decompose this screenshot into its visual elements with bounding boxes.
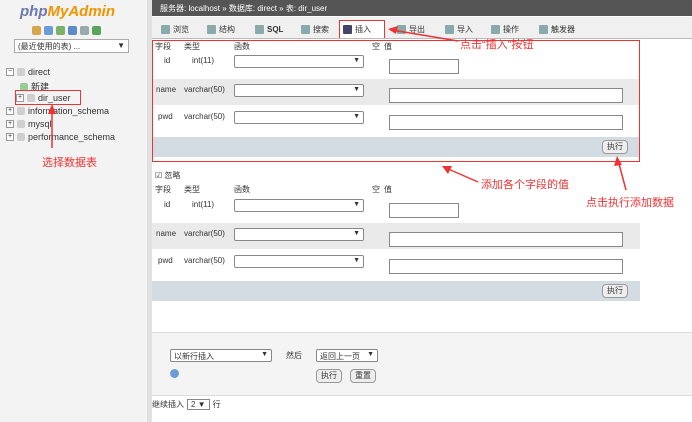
- field-name: pwd: [158, 256, 173, 265]
- help-icon[interactable]: [170, 369, 179, 378]
- breadcrumb: 服务器: localhost » 数据库: direct » 表: dir_us…: [152, 0, 692, 16]
- import-icon: [445, 24, 454, 34]
- header-field: 字段: [155, 185, 171, 194]
- field-name: name: [156, 229, 177, 238]
- insert-icon: [343, 25, 352, 34]
- header-type: 类型: [184, 185, 200, 194]
- reload-icon[interactable]: [92, 26, 101, 35]
- value-input-pwd[interactable]: [389, 259, 623, 274]
- reset-button[interactable]: 重置: [350, 369, 376, 383]
- settings-icon[interactable]: [80, 26, 89, 35]
- database-icon: [17, 133, 25, 141]
- field-type: int(11): [192, 200, 215, 209]
- header-value: 值: [384, 185, 392, 194]
- continue-label: 继续插入: [152, 400, 184, 409]
- execute-bar: 执行: [152, 281, 640, 301]
- search-icon: [301, 24, 310, 34]
- structure-icon: [207, 24, 216, 34]
- nav-icons: [32, 26, 101, 35]
- annotation-click-execute: 点击执行添加数据: [586, 197, 674, 209]
- annotation-add-values: 添加各个字段的值: [481, 179, 569, 191]
- form-highlight: [152, 40, 640, 162]
- insert-options-panel: 以新行插入 ▼ 然后 返回上一页 ▼ 执行 重置: [152, 332, 692, 396]
- database-icon: [17, 68, 25, 76]
- exit-icon[interactable]: [44, 26, 53, 35]
- docs-icon[interactable]: [68, 26, 77, 35]
- insert-mode-select[interactable]: 以新行插入 ▼: [170, 349, 272, 362]
- value-input-name[interactable]: [389, 232, 623, 247]
- table-row: pwd varchar(50) ▼: [152, 250, 640, 276]
- execute-button[interactable]: 执行: [316, 369, 342, 383]
- function-select[interactable]: ▼: [234, 255, 364, 268]
- field-name: id: [164, 200, 171, 209]
- query-icon[interactable]: [56, 26, 65, 35]
- value-input-id[interactable]: [389, 203, 459, 218]
- header-null: 空: [372, 185, 380, 194]
- dir-user-highlight: [15, 90, 81, 105]
- home-icon[interactable]: [32, 26, 41, 35]
- database-icon: [17, 107, 25, 115]
- browse-icon: [161, 24, 170, 34]
- main-panel: 服务器: localhost » 数据库: direct » 表: dir_us…: [152, 0, 692, 422]
- header-function: 函数: [234, 185, 250, 194]
- function-select[interactable]: ▼: [234, 199, 364, 212]
- row-suffix: 行: [212, 400, 221, 409]
- recent-tables-select[interactable]: (最近使用的表) ... ▼: [14, 39, 129, 53]
- tab-search[interactable]: 搜索: [298, 20, 332, 38]
- table-row: id int(11) ▼: [152, 196, 640, 222]
- table-row: name varchar(50) ▼: [152, 223, 640, 249]
- ignore-checkbox[interactable]: ☑ 忽略: [155, 170, 180, 181]
- tab-browse[interactable]: 浏览: [158, 20, 192, 38]
- database-icon: [17, 120, 25, 128]
- function-select[interactable]: ▼: [234, 228, 364, 241]
- tab-export[interactable]: 导出: [394, 20, 428, 38]
- annotation-select-table: 选择数据表: [42, 157, 97, 169]
- continue-insert: 继续插入 2 ▼ 行: [152, 399, 221, 410]
- tab-bar: 浏览 结构 SQL 搜索 插入 导出 导入 操作 触发器: [152, 17, 692, 39]
- field-type: varchar(50): [184, 256, 225, 265]
- tab-structure[interactable]: 结构: [204, 20, 238, 38]
- sql-icon: [255, 24, 264, 34]
- phpmyadmin-logo[interactable]: phpMyAdmin: [20, 3, 115, 20]
- tree-performance-schema[interactable]: + performance_schema: [6, 132, 115, 142]
- row-count-select[interactable]: 2 ▼: [187, 399, 210, 410]
- field-type: varchar(50): [184, 229, 225, 238]
- after-insert-select[interactable]: 返回上一页 ▼: [316, 349, 378, 362]
- execute-button[interactable]: 执行: [602, 284, 628, 298]
- tab-sql[interactable]: SQL: [252, 20, 286, 38]
- triggers-icon: [539, 24, 548, 34]
- operations-icon: [491, 24, 500, 34]
- annotation-click-insert: 点击“插入”按钮: [460, 39, 534, 51]
- export-icon: [397, 24, 406, 34]
- then-label: 然后: [286, 351, 302, 360]
- tree-mysql[interactable]: + mysql: [6, 119, 52, 129]
- tree-direct[interactable]: − direct: [6, 67, 50, 77]
- tab-insert[interactable]: 插入: [339, 20, 385, 38]
- tree-information-schema[interactable]: + information_schema: [6, 106, 109, 116]
- navigation-panel: phpMyAdmin (最近使用的表) ... ▼ − direct 新建 + dir…: [0, 0, 148, 422]
- tab-triggers[interactable]: 触发器: [536, 20, 578, 38]
